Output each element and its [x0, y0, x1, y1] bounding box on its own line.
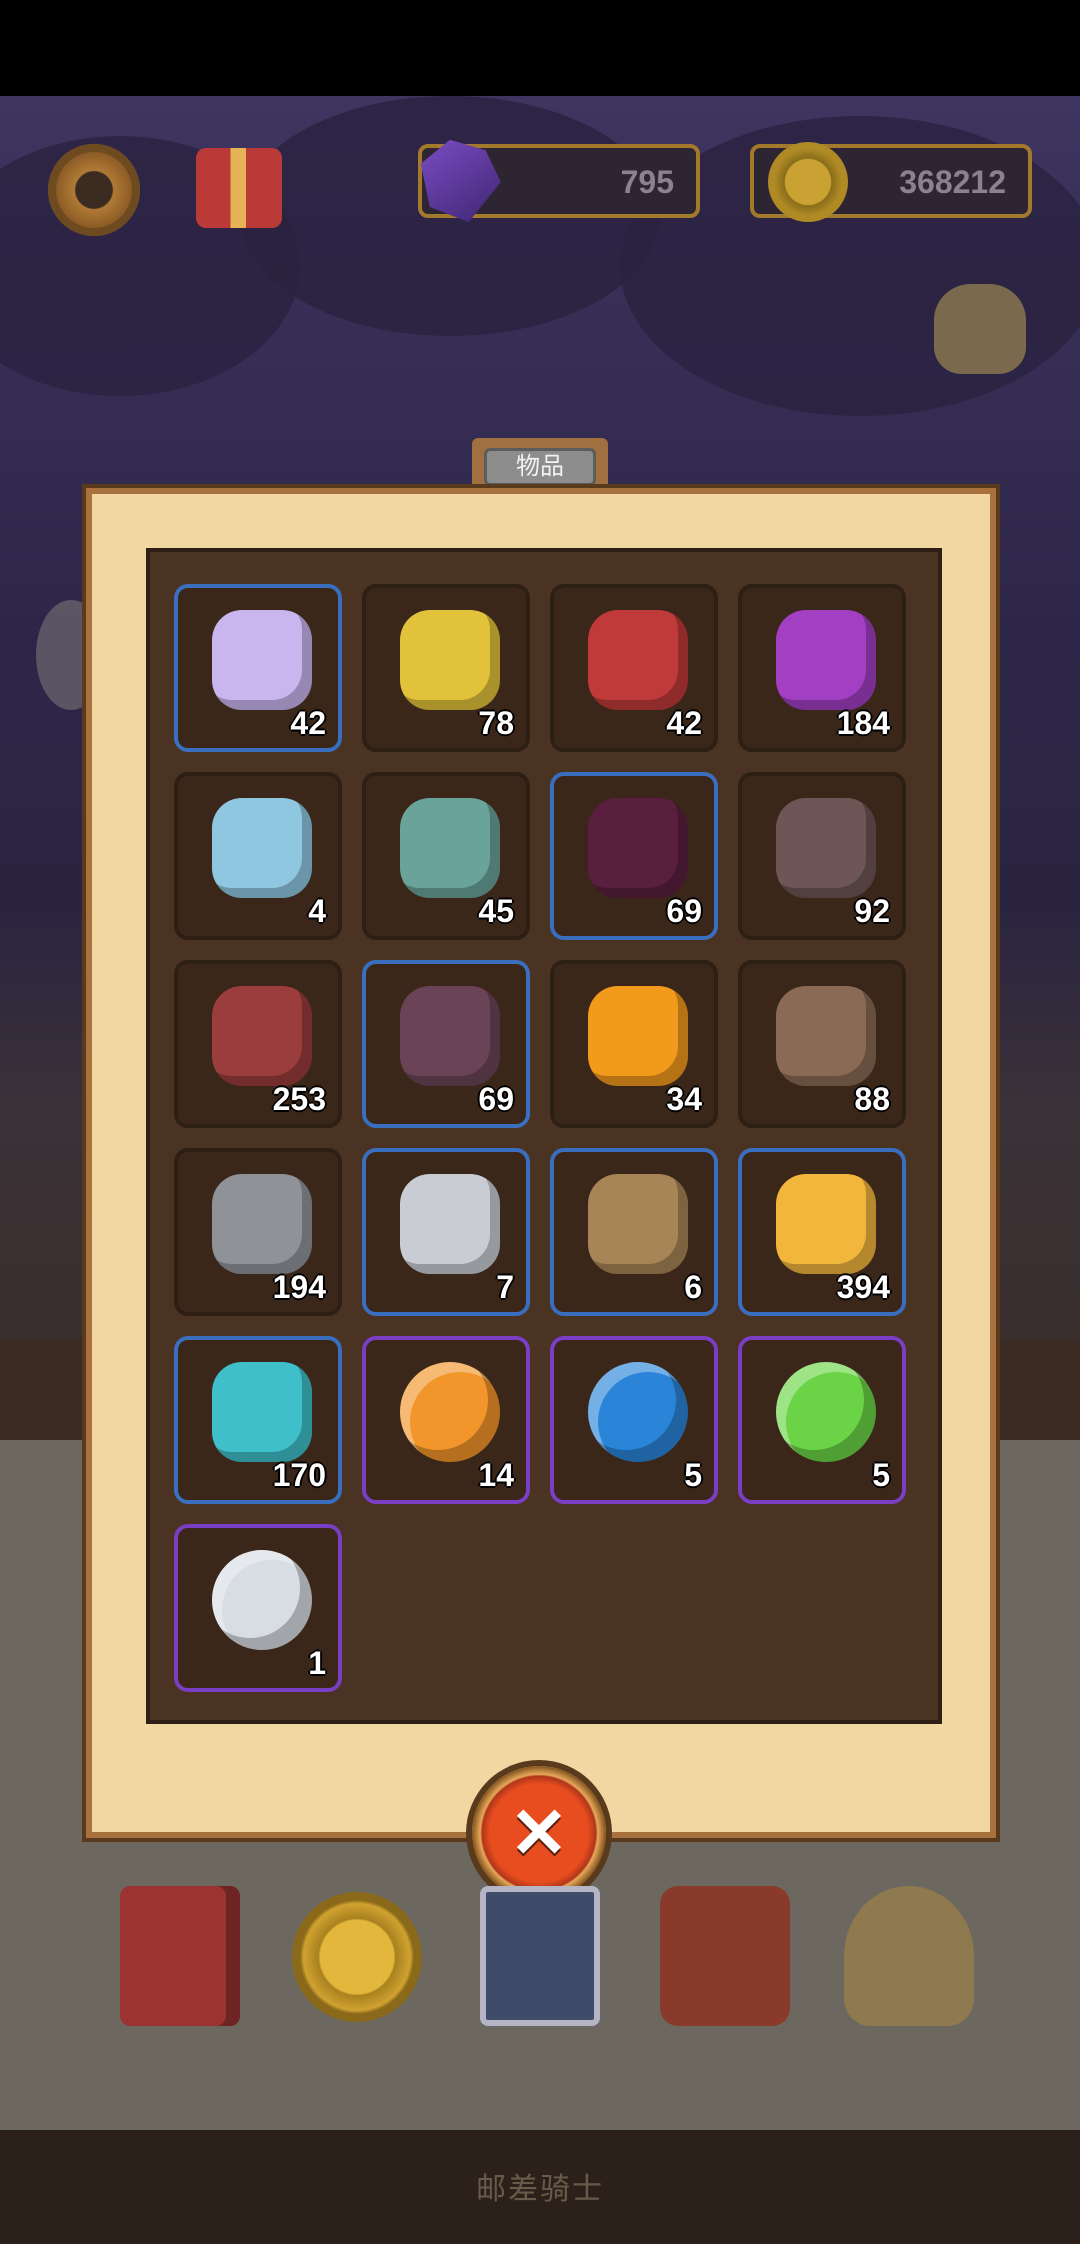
item-icon [588, 1362, 688, 1462]
panel-tab: 物品 [472, 438, 608, 494]
item-count: 5 [684, 1457, 702, 1493]
item-icon [212, 1550, 312, 1650]
item-count: 78 [478, 705, 514, 741]
gold-coin-icon [768, 142, 848, 222]
book-menu-icon[interactable] [120, 1886, 240, 2026]
item-count: 253 [272, 1081, 326, 1117]
inventory-slot[interactable]: 42 [174, 584, 342, 752]
item-count: 69 [478, 1081, 514, 1117]
item-count: 92 [854, 893, 890, 929]
item-icon [588, 610, 688, 710]
item-count: 184 [836, 705, 890, 741]
item-count: 7 [496, 1269, 514, 1305]
coin-counter: 368212 [750, 142, 1032, 222]
item-icon [212, 1174, 312, 1274]
loot-bag-icon[interactable] [844, 1886, 974, 2026]
inventory-grid-frame: 42 78 42 184 4 45 69 92 253 69 34 88 194 7 6 394 170 14 5 5… [146, 548, 942, 1724]
item-icon [212, 1362, 312, 1462]
inventory-slot[interactable]: 92 [738, 772, 906, 940]
item-icon [776, 1362, 876, 1462]
inventory-slot[interactable]: 78 [362, 584, 530, 752]
item-icon [400, 1174, 500, 1274]
inventory-slot[interactable]: 69 [550, 772, 718, 940]
panel-tab-label: 物品 [484, 448, 596, 486]
item-icon [588, 1174, 688, 1274]
settings-gear-icon[interactable] [48, 144, 140, 236]
item-icon [212, 610, 312, 710]
inventory-slot[interactable]: 1 [174, 1524, 342, 1692]
inventory-slot[interactable]: 7 [362, 1148, 530, 1316]
status-bar [0, 0, 1080, 96]
item-icon [212, 798, 312, 898]
gift-box-icon[interactable] [196, 148, 282, 228]
inventory-slot[interactable]: 88 [738, 960, 906, 1128]
gem-counter: 795 [418, 144, 700, 218]
inventory-slot[interactable]: 42 [550, 584, 718, 752]
reward-bag-icon[interactable] [934, 284, 1026, 374]
item-count: 69 [666, 893, 702, 929]
inventory-panel: 42 78 42 184 4 45 69 92 253 69 34 88 194 7 6 394 170 14 5 5… [86, 488, 996, 1838]
item-count: 6 [684, 1269, 702, 1305]
inventory-slot[interactable]: 5 [550, 1336, 718, 1504]
inventory-grid: 42 78 42 184 4 45 69 92 253 69 34 88 194 7 6 394 170 14 5 5… [174, 584, 906, 1692]
coin-shop-icon[interactable] [292, 1892, 422, 2022]
item-icon [588, 986, 688, 1086]
inventory-slot[interactable]: 4 [174, 772, 342, 940]
item-count: 194 [272, 1269, 326, 1305]
item-count: 88 [854, 1081, 890, 1117]
card-deck-icon[interactable] [480, 1886, 600, 2026]
gem-count: 795 [620, 164, 674, 200]
close-button[interactable]: ✕ [472, 1766, 606, 1900]
item-icon [212, 986, 312, 1086]
item-icon [400, 1362, 500, 1462]
satchel-inventory-icon[interactable] [660, 1886, 790, 2026]
item-count: 42 [290, 705, 326, 741]
close-icon: ✕ [509, 1794, 569, 1872]
inventory-slot[interactable]: 45 [362, 772, 530, 940]
footer-label: 邮差骑士 [476, 2173, 604, 2206]
inventory-slot[interactable]: 170 [174, 1336, 342, 1504]
item-count: 14 [478, 1457, 514, 1493]
item-count: 42 [666, 705, 702, 741]
inventory-slot[interactable]: 394 [738, 1148, 906, 1316]
item-icon [400, 986, 500, 1086]
inventory-slot[interactable]: 5 [738, 1336, 906, 1504]
item-count: 394 [836, 1269, 890, 1305]
item-count: 45 [478, 893, 514, 929]
item-count: 5 [872, 1457, 890, 1493]
item-icon [776, 986, 876, 1086]
item-count: 170 [272, 1457, 326, 1493]
inventory-slot[interactable]: 14 [362, 1336, 530, 1504]
item-count: 1 [308, 1645, 326, 1681]
item-count: 34 [666, 1081, 702, 1117]
item-count: 4 [308, 893, 326, 929]
inventory-slot[interactable]: 194 [174, 1148, 342, 1316]
inventory-slot[interactable]: 69 [362, 960, 530, 1128]
item-icon [776, 1174, 876, 1274]
item-icon [776, 798, 876, 898]
inventory-slot[interactable]: 34 [550, 960, 718, 1128]
inventory-slot[interactable]: 184 [738, 584, 906, 752]
item-icon [400, 798, 500, 898]
purple-gem-icon [412, 136, 507, 231]
item-icon [776, 610, 876, 710]
inventory-slot[interactable]: 6 [550, 1148, 718, 1316]
coin-count: 368212 [899, 164, 1006, 200]
inventory-slot[interactable]: 253 [174, 960, 342, 1128]
item-icon [400, 610, 500, 710]
item-icon [588, 798, 688, 898]
